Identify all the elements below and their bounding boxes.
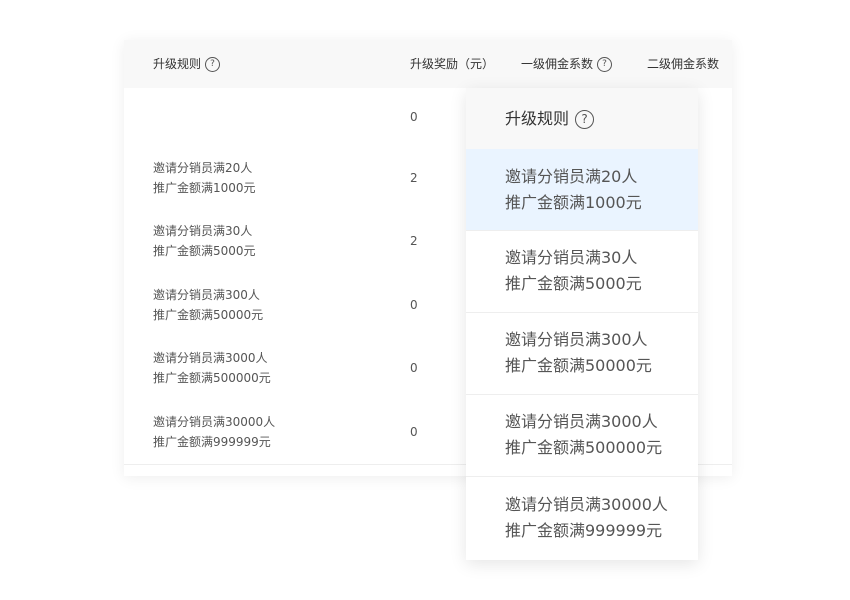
rule-text: 邀请分销员满20人 推广金额满1000元 [153,160,256,195]
reward-value: 0 [410,425,418,439]
rule-text: 邀请分销员满30人 推广金额满5000元 [153,224,256,258]
dropdown-option[interactable]: 邀请分销员满300人 推广金额满50000元 [466,312,698,395]
rule-text: 邀请分销员满30000人 推广金额满999999元 [153,415,276,449]
help-circle-icon[interactable]: ? [205,57,221,72]
header-upgrade-rule: 升级规则? [153,40,221,88]
reward-value: 0 [410,297,418,312]
reward-value: 2 [410,170,418,185]
option-text: 邀请分销员满30人 推广金额满5000元 [505,248,642,293]
dropdown-option[interactable]: 邀请分销员满3000人 推广金额满500000元 [466,394,698,477]
reward-value: 2 [410,234,418,248]
help-circle-icon[interactable]: ? [597,57,613,72]
dropdown-option[interactable]: 邀请分销员满30人 推广金额满5000元 [466,230,698,313]
help-circle-icon[interactable]: ? [575,110,595,129]
dropdown-header: 升级规则? [466,88,698,150]
rule-text: 邀请分销员满3000人 推广金额满500000元 [153,351,271,385]
upgrade-rule-dropdown: 升级规则? 邀请分销员满20人 推广金额满1000元 邀请分销员满30人 推广金… [466,88,698,560]
header-commission-level1: 一级佣金系数? [521,40,613,88]
reward-value: 0 [410,361,418,375]
dropdown-header-label: 升级规则? [505,88,595,149]
option-text: 邀请分销员满30000人 推广金额满999999元 [505,495,668,540]
header-upgrade-reward: 升级奖励（元） [410,57,495,71]
table-header: 升级规则? 升级奖励（元） 一级佣金系数? 二级佣金系数 [124,40,732,89]
dropdown-option-selected[interactable]: 邀请分销员满20人 推广金额满1000元 [466,149,698,231]
option-text: 邀请分销员满20人 推广金额满1000元 [505,166,642,212]
rule-text: 邀请分销员满300人 推广金额满50000元 [153,287,264,322]
reward-value: 0 [410,110,418,124]
option-text: 邀请分销员满300人 推广金额满50000元 [505,330,652,375]
header-commission-level2: 二级佣金系数 [647,57,720,71]
option-text: 邀请分销员满3000人 推广金额满500000元 [505,412,663,457]
dropdown-option[interactable]: 邀请分销员满30000人 推广金额满999999元 [466,476,698,560]
